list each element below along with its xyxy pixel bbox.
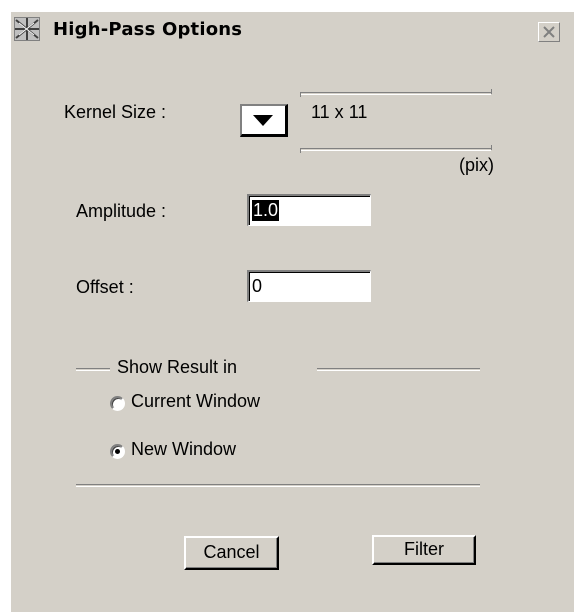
amplitude-value: 1.0 xyxy=(252,200,280,221)
offset-value: 0 xyxy=(252,276,263,296)
close-button[interactable] xyxy=(538,22,560,42)
kernel-size-frame-top xyxy=(300,89,492,97)
kernel-size-label: Kernel Size : xyxy=(64,102,167,122)
show-result-group-label: Show Result in xyxy=(117,357,238,377)
radio-new-window-label[interactable]: New Window xyxy=(131,439,236,460)
offset-label: Offset : xyxy=(76,277,134,297)
radio-new-window[interactable] xyxy=(110,444,125,459)
close-icon xyxy=(543,26,555,38)
high-pass-options-dialog: High-Pass Options Kernel Size : 11 x 11 … xyxy=(10,11,574,612)
group-frame-top-left xyxy=(76,368,110,371)
radio-selected-dot xyxy=(115,449,120,454)
group-frame-bottom xyxy=(76,484,480,487)
cancel-button[interactable]: Cancel xyxy=(184,536,279,570)
kernel-size-value: 11 x 11 xyxy=(311,102,368,122)
amplitude-input[interactable]: 1.0 xyxy=(247,194,371,226)
group-frame-top-right xyxy=(317,368,480,371)
title-bar[interactable]: High-Pass Options xyxy=(11,12,574,47)
kernel-size-frame-bottom xyxy=(300,145,492,153)
triangle-down-icon xyxy=(253,115,273,126)
radio-current-window-label[interactable]: Current Window xyxy=(131,391,260,412)
radio-current-window[interactable] xyxy=(110,396,125,411)
kernel-size-dropdown-button[interactable] xyxy=(240,104,288,137)
app-icon xyxy=(14,17,40,41)
kernel-size-unit: (pix) xyxy=(459,155,494,175)
amplitude-label: Amplitude : xyxy=(76,201,167,221)
offset-input[interactable]: 0 xyxy=(247,270,371,302)
filter-button[interactable]: Filter xyxy=(372,535,476,565)
window-title: High-Pass Options xyxy=(53,19,243,40)
